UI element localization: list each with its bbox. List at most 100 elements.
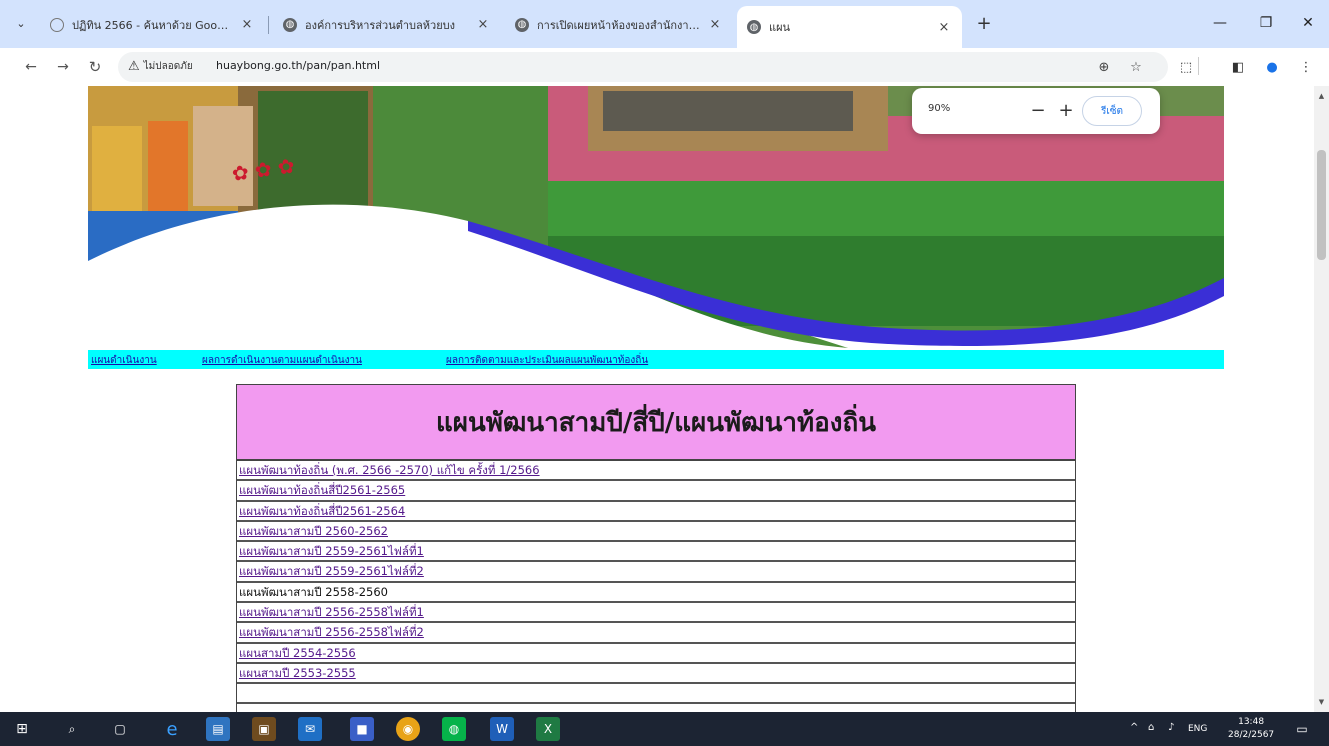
table-row: แผนพัฒนาสามปี 2558-2560	[237, 583, 1075, 604]
volume-icon[interactable]: ♪	[1168, 722, 1174, 733]
url-text[interactable]: huaybong.go.th/pan/pan.html	[216, 59, 380, 72]
zoom-out-button[interactable]: −	[1026, 98, 1050, 122]
minimize-icon[interactable]: —	[1200, 10, 1240, 36]
tab-title: แผน	[769, 21, 791, 34]
side-panel-icon[interactable]: ◧	[1228, 57, 1248, 77]
scroll-up-icon[interactable]: ▲	[1317, 92, 1326, 100]
table-row: แผนพัฒนาสามปี 2560-2562	[237, 522, 1075, 543]
clock[interactable]: 13:48 28/2/2567	[1228, 716, 1274, 742]
table-title: แผนพัฒนาสามปี/สี่ปี/แผนพัฒนาท้องถิ่น	[436, 407, 876, 438]
close-icon[interactable]: ×	[239, 17, 255, 32]
table-row-empty	[237, 704, 1075, 712]
app-icon[interactable]: ■	[350, 717, 374, 741]
zoom-popup: 90% − + รีเซ็ต	[912, 88, 1160, 134]
table-row: แผนพัฒนาสามปี 2559-2561ไฟล์ที่1	[237, 542, 1075, 563]
plan-link[interactable]: แผนพัฒนาสามปี 2556-2558ไฟล์ที่2	[239, 625, 424, 639]
language-indicator[interactable]: ENG	[1188, 724, 1207, 734]
plan-link[interactable]: แผนสามปี 2554-2556	[239, 646, 356, 660]
tab-search-icon[interactable]: ⌄	[10, 12, 32, 34]
browser-tab-2[interactable]: ◍ องค์การบริหารส่วนตำบลห้วยบง ×	[273, 8, 501, 41]
windows-start-icon[interactable]: ⊞	[10, 717, 34, 741]
forward-icon[interactable]: →	[52, 56, 74, 78]
network-icon[interactable]: ⌂	[1148, 722, 1154, 733]
tab-title: การเปิดเผยหน้าห้องของสำนักงานส่วนตำ	[537, 18, 701, 32]
table-header: แผนพัฒนาสามปี/สี่ปี/แผนพัฒนาท้องถิ่น	[237, 385, 1075, 461]
zoom-icon[interactable]: ⊕	[1094, 57, 1114, 77]
menu-kebab-icon[interactable]: ⋮	[1296, 57, 1316, 77]
browser-toolbar: ← → ↻ ⚠ ไม่ปลอดภัย huaybong.go.th/pan/pa…	[0, 48, 1329, 86]
reload-icon[interactable]: ↻	[84, 56, 106, 78]
clock-time: 13:48	[1238, 717, 1265, 727]
close-icon[interactable]: ×	[936, 20, 952, 35]
plan-rows: แผนพัฒนาท้องถิ่น (พ.ศ. 2566 -2570) แก้ไข…	[237, 461, 1075, 685]
zoom-level: 90%	[928, 103, 951, 114]
news-icon[interactable]: ▤	[206, 717, 230, 741]
plan-link[interactable]: แผนพัฒนาสามปี 2559-2561ไฟล์ที่2	[239, 564, 424, 578]
browser-tab-3[interactable]: ◍ การเปิดเผยหน้าห้องของสำนักงานส่วนตำ ×	[505, 8, 733, 41]
security-chip[interactable]: ⚠ ไม่ปลอดภัย	[128, 59, 193, 74]
excel-icon[interactable]: X	[536, 717, 560, 741]
task-view-icon[interactable]: ▢	[108, 717, 132, 741]
plan-link[interactable]: แผนสามปี 2553-2555	[239, 666, 356, 680]
plans-table: แผนพัฒนาสามปี/สี่ปี/แผนพัฒนาท้องถิ่น แผน…	[236, 384, 1076, 712]
plan-link[interactable]: แผนพัฒนาท้องถิ่นสี่ปี2561-2564	[239, 504, 405, 518]
tab-title: ปฏิทิน 2566 - ค้นหาด้วย Google	[72, 18, 233, 32]
globe-icon: ◍	[283, 17, 297, 32]
clock-date: 28/2/2567	[1228, 730, 1275, 740]
browser-tab-strip: ⌄ ปฏิทิน 2566 - ค้นหาด้วย Google × ◍ องค…	[0, 0, 1329, 48]
address-bar[interactable]: ⚠ ไม่ปลอดภัย huaybong.go.th/pan/pan.html…	[118, 52, 1168, 82]
toolbar-divider	[1198, 57, 1199, 75]
profile-avatar-icon[interactable]: ●	[1262, 57, 1282, 77]
close-icon[interactable]: ×	[475, 17, 491, 32]
zoom-in-button[interactable]: +	[1054, 98, 1078, 122]
table-row-empty	[237, 684, 1075, 705]
table-row: แผนพัฒนาท้องถิ่นสี่ปี2561-2564	[237, 502, 1075, 522]
table-row: แผนสามปี 2553-2555	[237, 664, 1075, 685]
tray-chevron-icon[interactable]: ^	[1130, 722, 1138, 733]
plan-link[interactable]: แผนพัฒนาสามปี 2559-2561ไฟล์ที่1	[239, 544, 424, 558]
table-row: แผนสามปี 2554-2556	[237, 644, 1075, 664]
globe-icon: ◍	[747, 20, 761, 34]
browser-tab-1[interactable]: ปฏิทิน 2566 - ค้นหาด้วย Google ×	[40, 8, 265, 41]
word-icon[interactable]: W	[490, 717, 514, 741]
plan-link[interactable]: แผนพัฒนาสามปี 2556-2558ไฟล์ที่1	[239, 605, 424, 619]
globe-icon: ◍	[515, 17, 529, 32]
notification-icon[interactable]: ▭	[1290, 717, 1314, 741]
plan-link[interactable]: แผนพัฒนาท้องถิ่น (พ.ศ. 2566 -2570) แก้ไข…	[239, 463, 540, 477]
browser-tab-4-active[interactable]: ◍ แผน ×	[737, 6, 962, 48]
table-row: แผนพัฒนาท้องถิ่นสี่ปี2561-2565	[237, 481, 1075, 502]
new-tab-icon[interactable]: +	[973, 12, 995, 34]
table-row: แผนพัฒนาสามปี 2556-2558ไฟล์ที่1	[237, 603, 1075, 624]
plan-link[interactable]: แผนพัฒนาสามปี 2560-2562	[239, 524, 388, 538]
page-scrollbar[interactable]: ▲ ▼	[1314, 86, 1329, 712]
search-icon[interactable]: ⌕	[60, 717, 84, 741]
chrome-icon[interactable]: ◉	[396, 717, 420, 741]
nav-link-operation-plan[interactable]: แผนดำเนินงาน	[91, 353, 157, 368]
zoom-reset-button[interactable]: รีเซ็ต	[1082, 96, 1142, 126]
mail-icon[interactable]: ✉	[298, 717, 322, 741]
page-nav-bar: แผนดำเนินงาน ผลการดำเนินงานตามแผนดำเนินง…	[88, 350, 1224, 369]
scroll-down-icon[interactable]: ▼	[1317, 698, 1326, 706]
page-viewport: ✿ ✿ ✿ แผนดำเนินงาน ผลการดำเนินงานตามแผนด…	[0, 86, 1314, 712]
warning-icon: ⚠	[128, 59, 140, 74]
tab-title: องค์การบริหารส่วนตำบลห้วยบง	[305, 18, 455, 32]
google-icon	[50, 17, 64, 32]
nav-link-operation-results[interactable]: ผลการดำเนินงานตามแผนดำเนินงาน	[202, 353, 362, 368]
nav-link-evaluation-results[interactable]: ผลการติดตามและประเมินผลแผนพัฒนาท้องถิ่น	[446, 353, 648, 368]
plan-link[interactable]: แผนพัฒนาท้องถิ่นสี่ปี2561-2565	[239, 483, 405, 497]
bookmark-star-icon[interactable]: ☆	[1126, 57, 1146, 77]
close-icon[interactable]: ×	[707, 17, 723, 32]
plan-label: แผนพัฒนาสามปี 2558-2560	[239, 584, 388, 599]
line-icon[interactable]: ◍	[442, 717, 466, 741]
table-row: แผนพัฒนาท้องถิ่น (พ.ศ. 2566 -2570) แก้ไข…	[237, 461, 1075, 482]
table-row: แผนพัฒนาสามปี 2556-2558ไฟล์ที่2	[237, 623, 1075, 644]
windows-taskbar: ⊞ ⌕ ▢ e ▤ ▣ ✉ ■ ◉ ◍ W X ^ ⌂ ♪ ENG 13:48 …	[0, 712, 1329, 746]
restore-icon[interactable]: ❐	[1246, 10, 1286, 36]
store-icon[interactable]: ▣	[252, 717, 276, 741]
extensions-icon[interactable]: ⬚	[1176, 57, 1196, 77]
window-close-icon[interactable]: ✕	[1288, 10, 1328, 36]
security-label: ไม่ปลอดภัย	[143, 61, 193, 72]
scroll-thumb[interactable]	[1317, 150, 1326, 260]
back-icon[interactable]: ←	[20, 56, 42, 78]
edge-icon[interactable]: e	[160, 717, 184, 741]
